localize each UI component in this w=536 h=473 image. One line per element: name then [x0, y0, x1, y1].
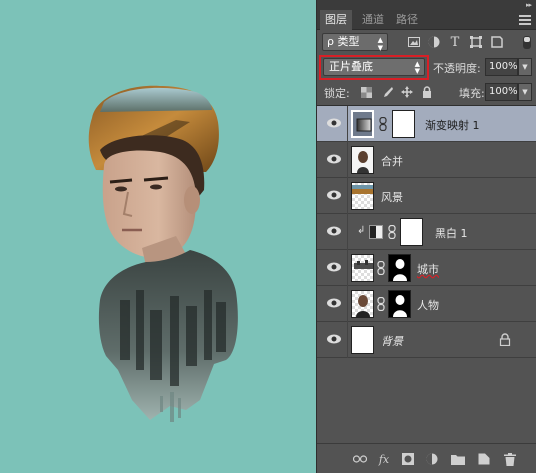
merged-layer-thumb	[351, 146, 374, 174]
layers-list: 渐变映射 1 合并 风景 ↲ 黑白 1 城市 人物 背景	[317, 105, 536, 443]
smart-object-filter-icon[interactable]	[490, 35, 504, 49]
layer-name: 城市	[417, 263, 439, 276]
layer-row-merged[interactable]: 合并	[317, 142, 536, 178]
layer-name: 合并	[381, 155, 403, 168]
panel-menu-icon[interactable]	[519, 15, 531, 25]
layer-filter-row: ρ 类型 ▲ ▼ T	[317, 31, 536, 53]
panel-tabs: 图层 通道 路径	[317, 10, 536, 30]
layer-mask-thumb[interactable]	[392, 110, 415, 138]
lock-move-icon[interactable]	[401, 86, 413, 98]
visibility-eye-icon[interactable]	[326, 189, 342, 201]
adjustment-filter-icon[interactable]	[427, 35, 441, 49]
type-filter-icon[interactable]: T	[448, 35, 462, 50]
layer-name: 背景	[381, 335, 403, 348]
gradient-map-thumb	[351, 110, 374, 138]
layers-bottom-toolbar: fx	[317, 443, 536, 473]
blend-mode-value: 正片叠底	[329, 60, 373, 73]
fill-dropdown-icon[interactable]: ▼	[518, 83, 532, 101]
eye-left	[115, 186, 127, 192]
layer-row-person[interactable]: 人物	[317, 286, 536, 322]
fill-label: 填充:	[459, 87, 485, 100]
person-layer-thumb	[351, 290, 374, 318]
layer-mask-thumb[interactable]	[388, 254, 411, 282]
visibility-eye-icon[interactable]	[326, 333, 342, 345]
new-group-icon[interactable]	[451, 452, 465, 466]
tab-layers[interactable]: 图层	[320, 10, 352, 30]
layer-row-city[interactable]: 城市	[317, 250, 536, 286]
document-canvas[interactable]	[0, 0, 316, 473]
face	[102, 150, 196, 259]
link-layers-icon[interactable]	[353, 452, 367, 466]
layer-row-gradient-map[interactable]: 渐变映射 1	[317, 106, 536, 142]
layer-row-black-white[interactable]: ↲ 黑白 1	[317, 214, 536, 250]
filter-kind-select[interactable]: ρ 类型 ▲ ▼	[322, 33, 388, 52]
blend-row: 正片叠底 ▲ ▼ 不透明度: 100% ▼	[317, 55, 536, 80]
opacity-dropdown-icon[interactable]: ▼	[518, 58, 532, 76]
visibility-eye-icon[interactable]	[326, 225, 342, 237]
layer-row-background[interactable]: 背景	[317, 322, 536, 358]
tab-paths[interactable]: 路径	[391, 10, 423, 30]
layer-name: 人物	[417, 299, 439, 312]
select-arrows-icon: ▲ ▼	[377, 36, 383, 52]
filter-kind-label: ρ 类型	[327, 35, 360, 48]
visibility-eye-icon[interactable]	[326, 153, 342, 165]
link-chain-icon[interactable]	[379, 117, 387, 131]
panel-title-bar: ▸▸	[317, 0, 536, 10]
blend-mode-select[interactable]: 正片叠底 ▲ ▼	[323, 58, 425, 76]
layer-mask-thumb[interactable]	[400, 218, 423, 246]
layer-mask-thumb[interactable]	[388, 290, 411, 318]
ear	[184, 186, 200, 214]
link-chain-icon[interactable]	[377, 261, 385, 275]
lock-label: 锁定:	[324, 87, 350, 100]
link-chain-icon[interactable]	[388, 225, 396, 239]
background-layer-thumb	[351, 326, 374, 354]
brow-left	[109, 178, 133, 184]
layer-name: 渐变映射 1	[425, 119, 480, 132]
link-chain-icon[interactable]	[377, 297, 385, 311]
fx-icon[interactable]: fx	[377, 452, 391, 466]
opacity-label: 不透明度:	[433, 62, 481, 75]
layer-name: 黑白 1	[435, 227, 468, 240]
new-adjustment-icon[interactable]	[425, 452, 439, 466]
visibility-eye-icon[interactable]	[326, 261, 342, 273]
visibility-eye-icon[interactable]	[326, 117, 342, 129]
landscape-layer-thumb	[351, 182, 374, 210]
city-layer-thumb	[351, 254, 374, 282]
delete-layer-icon[interactable]	[503, 452, 517, 466]
clipping-mask-icon: ↲	[357, 225, 366, 236]
new-layer-icon[interactable]	[477, 452, 491, 466]
layer-row-landscape[interactable]: 风景	[317, 178, 536, 214]
layers-panel: ▸▸ 图层 通道 路径 ρ 类型 ▲ ▼ T 正片叠底 ▲ ▼ 不透明度: 10…	[316, 0, 536, 473]
lock-paint-icon[interactable]	[381, 86, 393, 98]
sky-strip	[100, 87, 212, 112]
add-mask-icon[interactable]	[401, 452, 415, 466]
select-arrows-icon: ▲ ▼	[414, 60, 420, 75]
lock-row: 锁定: 填充: 100% ▼	[317, 81, 536, 103]
layer-lock-icon	[499, 333, 511, 346]
image-filter-icon[interactable]	[407, 35, 421, 49]
tab-channels[interactable]: 通道	[357, 10, 389, 30]
fill-field[interactable]: 100%	[485, 83, 518, 101]
filter-toggle-switch[interactable]	[523, 36, 531, 49]
layer-name: 风景	[381, 191, 403, 204]
eye-right	[150, 184, 162, 190]
visibility-eye-icon[interactable]	[326, 297, 342, 309]
double-exposure-artwork	[88, 85, 238, 422]
lock-transparent-icon[interactable]	[360, 86, 372, 98]
opacity-field[interactable]: 100%	[485, 58, 518, 76]
lock-all-icon[interactable]	[421, 86, 433, 98]
shape-filter-icon[interactable]	[469, 35, 483, 49]
black-white-adjustment-thumb	[369, 225, 383, 239]
collapse-panel-icon[interactable]: ▸▸	[526, 1, 532, 9]
brow-right	[143, 176, 169, 182]
